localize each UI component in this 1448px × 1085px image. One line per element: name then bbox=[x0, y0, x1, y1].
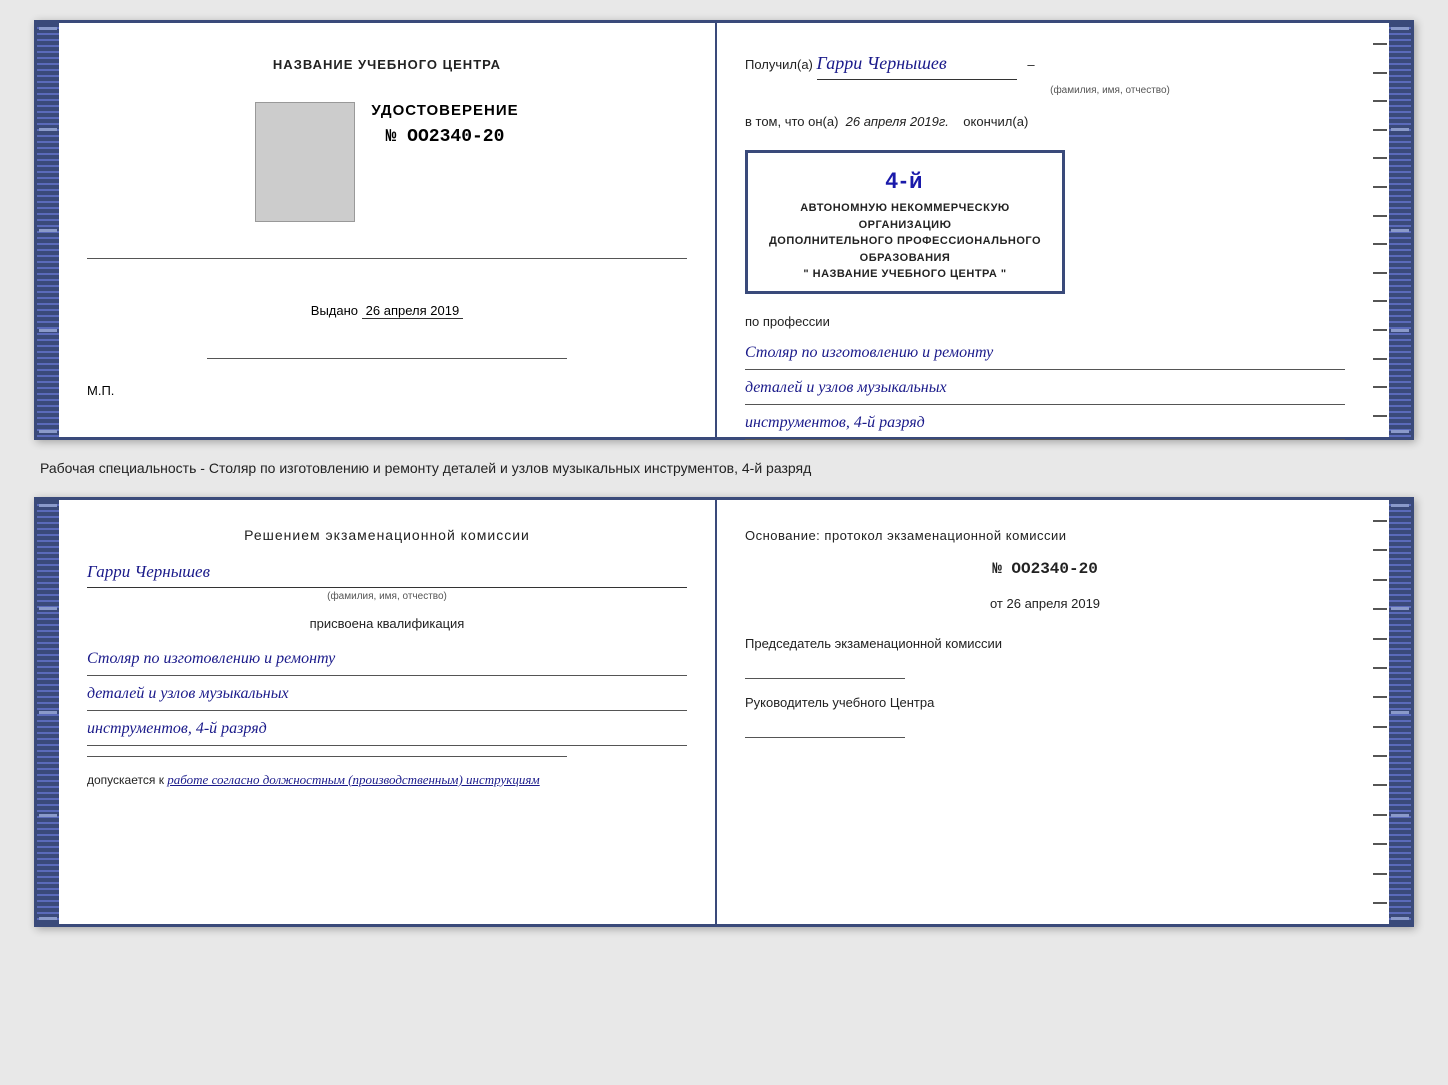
center-head-signature-line bbox=[745, 718, 905, 738]
bottom-qual-line-2: деталей и узлов музыкальных bbox=[87, 678, 687, 711]
protocol-number: № OO2340-20 bbox=[745, 555, 1345, 584]
profession-line-3: инструментов, 4-й разряд bbox=[745, 407, 1345, 440]
stamp-big-text: 4-й bbox=[760, 161, 1050, 201]
allowed-italic: работе согласно должностным (производств… bbox=[167, 772, 539, 787]
bottom-person-name: Гарри Чернышев bbox=[87, 558, 687, 588]
top-left-page: НАЗВАНИЕ УЧЕБНОГО ЦЕНТРА УДОСТОВЕРЕНИЕ №… bbox=[59, 23, 717, 437]
decision-title: Решением экзаменационной комиссии bbox=[87, 524, 687, 548]
stamp-line3: " НАЗВАНИЕ УЧЕБНОГО ЦЕНТРА " bbox=[760, 266, 1050, 283]
center-head-block: Руководитель учебного Центра bbox=[745, 691, 1345, 738]
bottom-name-sublabel: (фамилия, имя, отчество) bbox=[87, 588, 687, 605]
right-edge-decoration-bottom bbox=[1373, 500, 1389, 924]
specialty-caption: Рабочая специальность - Столяр по изгото… bbox=[20, 458, 811, 479]
right-edge-decoration bbox=[1373, 23, 1389, 437]
mp-label: М.П. bbox=[87, 383, 114, 398]
training-center-title: НАЗВАНИЕ УЧЕБНОГО ЦЕНТРА bbox=[273, 57, 501, 72]
issued-line: Выдано 26 апреля 2019 bbox=[311, 303, 463, 318]
stamp-line1: АВТОНОМНУЮ НЕКОММЕРЧЕСКУЮ ОРГАНИЗАЦИЮ bbox=[760, 200, 1050, 233]
assigned-text: присвоена квалификация bbox=[87, 613, 687, 635]
profession-line-1: Столяр по изготовлению и ремонту bbox=[745, 337, 1345, 370]
stamp-line2: ДОПОЛНИТЕЛЬНОГО ПРОФЕССИОНАЛЬНОГО ОБРАЗО… bbox=[760, 233, 1050, 266]
chairman-block: Председатель экзаменационной комиссии bbox=[745, 632, 1345, 679]
name-sublabel-top: (фамилия, имя, отчество) bbox=[875, 82, 1345, 100]
bottom-document: Решением экзаменационной комиссии Гарри … bbox=[34, 497, 1414, 927]
allowed-text: допускается к работе согласно должностны… bbox=[87, 769, 687, 791]
profession-label: по профессии bbox=[745, 310, 1345, 333]
chairman-title: Председатель экзаменационной комиссии bbox=[745, 632, 1345, 655]
chairman-signature-line bbox=[745, 659, 905, 679]
spine-right-bottom bbox=[1389, 500, 1411, 924]
bottom-right-page: Основание: протокол экзаменационной коми… bbox=[717, 500, 1373, 924]
issued-label: Выдано bbox=[311, 303, 358, 318]
center-head-title: Руководитель учебного Центра bbox=[745, 691, 1345, 714]
top-document: НАЗВАНИЕ УЧЕБНОГО ЦЕНТРА УДОСТОВЕРЕНИЕ №… bbox=[34, 20, 1414, 440]
top-right-page: Получил(а) Гарри Чернышев – (фамилия, им… bbox=[717, 23, 1373, 437]
finished-date: 26 апреля 2019г. bbox=[846, 114, 949, 129]
profession-line-2: деталей и узлов музыкальных bbox=[745, 372, 1345, 405]
photo-placeholder bbox=[255, 102, 355, 222]
bottom-qual-line-3: инструментов, 4-й разряд bbox=[87, 713, 687, 746]
spine-left bbox=[37, 23, 59, 437]
stamp-box: 4-й АВТОНОМНУЮ НЕКОММЕРЧЕСКУЮ ОРГАНИЗАЦИ… bbox=[745, 150, 1065, 294]
recipient-name: Гарри Чернышев bbox=[817, 47, 1017, 80]
from-date: от 26 апреля 2019 bbox=[745, 592, 1345, 615]
bottom-left-page: Решением экзаменационной комиссии Гарри … bbox=[59, 500, 717, 924]
date-line: в том, что он(а) 26 апреля 2019г. окончи… bbox=[745, 110, 1345, 133]
spine-right-top bbox=[1389, 23, 1411, 437]
basis-title: Основание: протокол экзаменационной коми… bbox=[745, 524, 1345, 547]
bottom-qual-line-1: Столяр по изготовлению и ремонту bbox=[87, 643, 687, 676]
cert-label: УДОСТОВЕРЕНИЕ bbox=[371, 102, 518, 119]
issued-date: 26 апреля 2019 bbox=[362, 303, 464, 319]
received-prefix: Получил(а) Гарри Чернышев – bbox=[745, 47, 1345, 80]
cert-number: № OO2340-20 bbox=[386, 127, 505, 147]
spine-left-bottom bbox=[37, 500, 59, 924]
